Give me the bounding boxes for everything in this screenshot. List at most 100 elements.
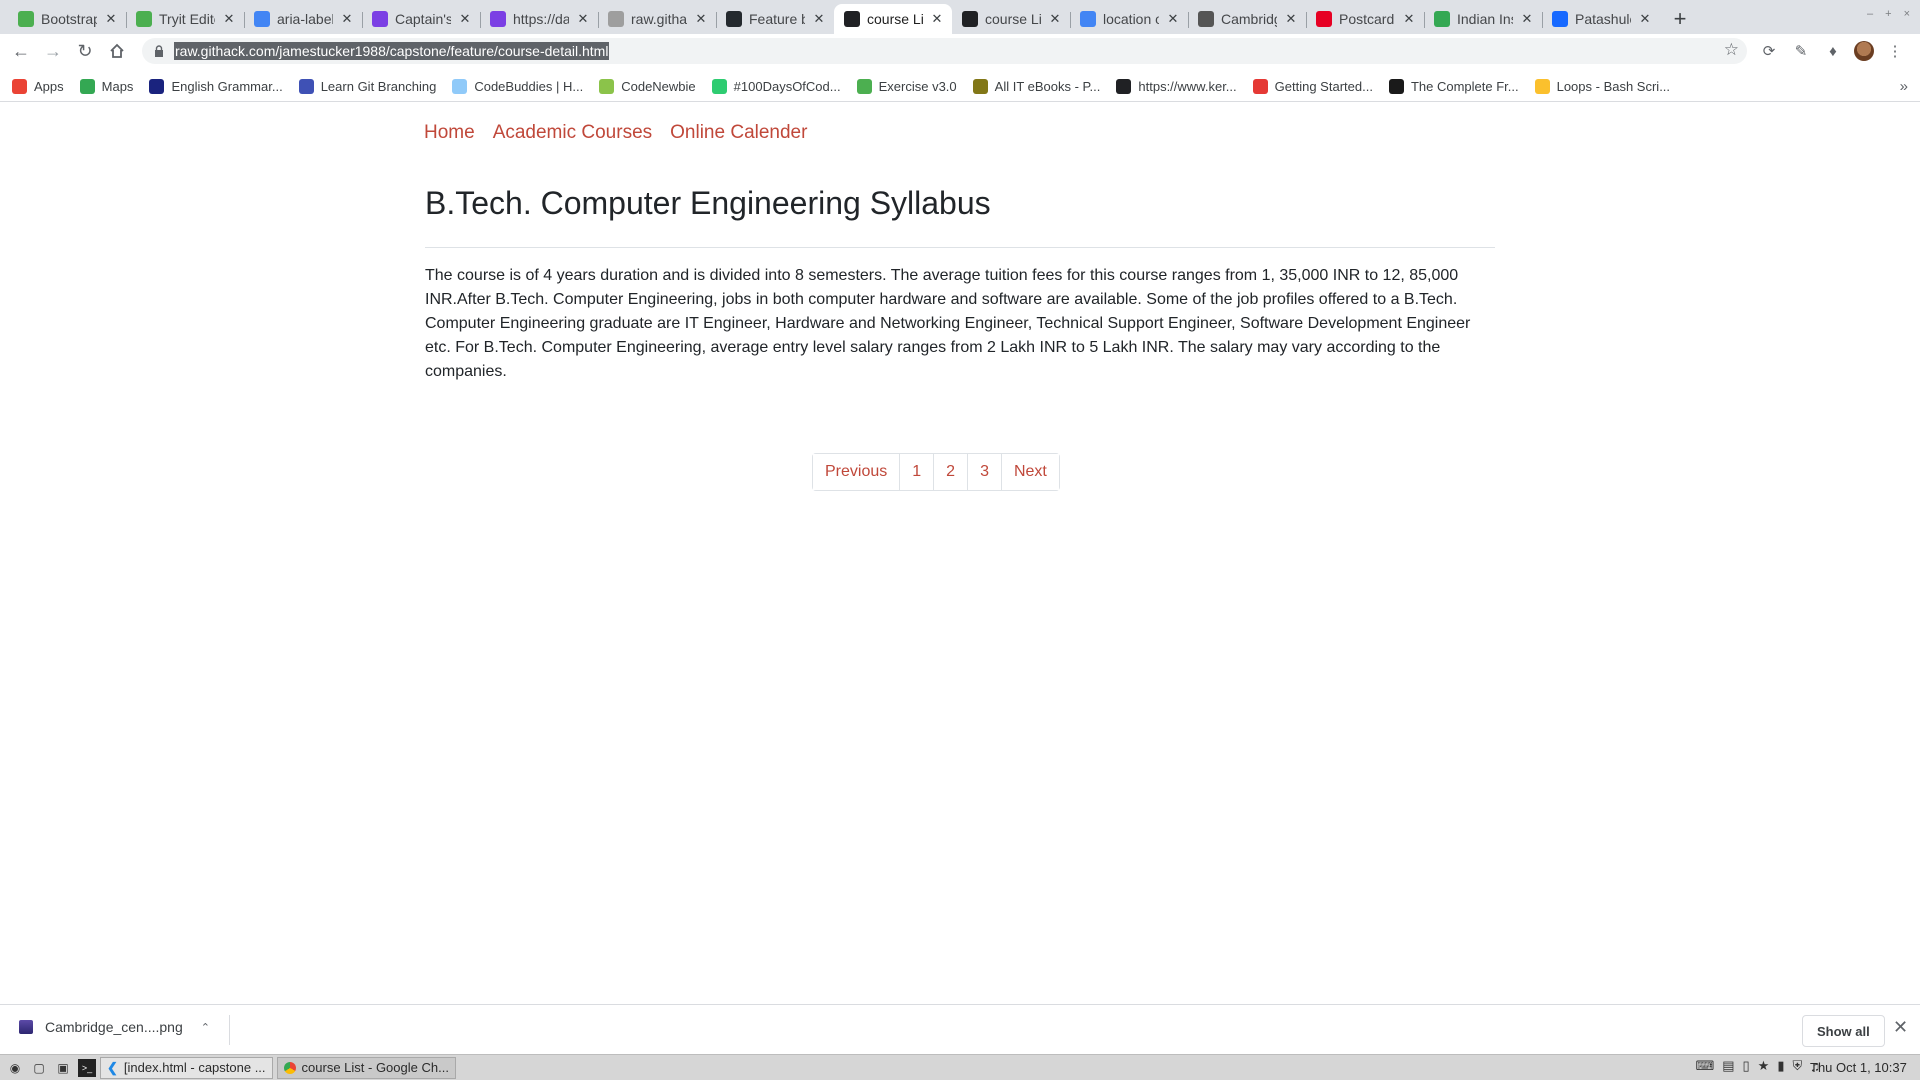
circle-icon [1534, 79, 1550, 94]
tab-11[interactable]: Cambridge ✕ [1188, 4, 1306, 34]
tab-close-icon[interactable]: ✕ [930, 11, 944, 27]
chevron-up-icon[interactable]: ⌃ [201, 1021, 210, 1034]
clock[interactable]: Thu Oct 1, 10:37 [1810, 1060, 1907, 1075]
shield-icon[interactable]: ⛨ [1792, 1058, 1802, 1074]
bookmark-item[interactable]: Loops - Bash Scri... [1534, 79, 1670, 94]
back-icon[interactable]: ← [5, 36, 37, 66]
puzzle-extensions-icon[interactable]: ♦ [1822, 40, 1844, 62]
os-menu-icon[interactable]: ◉ [6, 1059, 24, 1077]
bookmark-item[interactable]: The Complete Fr... [1388, 79, 1519, 94]
extension-refresh-icon[interactable]: ⟳ [1758, 40, 1780, 62]
bookmark-label: The Complete Fr... [1410, 79, 1519, 94]
tab-title: aria-label [277, 11, 333, 27]
bookmarks-overflow-icon[interactable]: » [1900, 78, 1908, 95]
tab-close-icon[interactable]: ✕ [1638, 11, 1652, 27]
file-manager-icon[interactable]: ▣ [54, 1059, 72, 1077]
bookmark-star-icon[interactable]: ☆ [1724, 40, 1739, 60]
home-icon[interactable] [101, 36, 133, 66]
nav-home-link[interactable]: Home [423, 122, 476, 144]
tab-title: Captain's Log [395, 11, 451, 27]
keyboard-icon[interactable]: ⌨ [1695, 1058, 1714, 1074]
eyedropper-icon[interactable]: ✎ [1790, 40, 1812, 62]
bookmark-label: All IT eBooks - P... [994, 79, 1101, 94]
tab-7[interactable]: Feature by ✕ [716, 4, 834, 34]
tab-close-icon[interactable]: ✕ [340, 11, 354, 27]
tab-close-icon[interactable]: ✕ [222, 11, 236, 27]
tab-4[interactable]: Captain's Log ✕ [362, 4, 480, 34]
tab-close-icon[interactable]: ✕ [576, 11, 590, 27]
bookmark-item[interactable]: All IT eBooks - P... [972, 79, 1101, 94]
course-description: The course is of 4 years duration and is… [425, 267, 1471, 380]
tab-close-icon[interactable]: ✕ [458, 11, 472, 27]
show-all-button[interactable]: Show all [1802, 1015, 1885, 1047]
tab-6[interactable]: raw.githack ✕ [598, 4, 716, 34]
lock-icon[interactable] [152, 44, 166, 58]
reload-icon[interactable]: ↻ [69, 36, 101, 66]
pinterest-icon [1316, 11, 1332, 27]
pagination-previous[interactable]: Previous [813, 454, 900, 490]
tab-1[interactable]: Bootstrap ✕ [8, 4, 126, 34]
bookmark-item[interactable]: #100DaysOfCod... [711, 79, 841, 94]
tab-12[interactable]: Postcard ✕ [1306, 4, 1424, 34]
address-bar[interactable]: raw.githack.com/jamestucker1988/capstone… [142, 38, 1747, 64]
profile-avatar[interactable] [1854, 41, 1874, 61]
bookmark-item[interactable]: Maps [79, 79, 133, 94]
browser-toolbar: ← → ↻ raw.githack.com/jamestucker1988/ca… [0, 34, 1920, 68]
pagination-page-2[interactable]: 2 [933, 454, 968, 490]
close-icon[interactable]: ✕ [1893, 1017, 1908, 1038]
terminal-icon[interactable]: >_ [78, 1058, 96, 1077]
tab-close-icon[interactable]: ✕ [1166, 11, 1180, 27]
nav-academic-courses-link[interactable]: Academic Courses [492, 122, 653, 144]
close-window-icon[interactable]: × [1904, 8, 1910, 20]
bookmark-item[interactable]: CodeBuddies | H... [452, 79, 583, 94]
tab-3[interactable]: aria-label ✕ [244, 4, 362, 34]
minimize-icon[interactable]: – [1867, 8, 1873, 20]
network-icon[interactable]: ▤ [1722, 1058, 1734, 1074]
battery-icon[interactable]: ▮ [1777, 1058, 1784, 1074]
bookmark-item[interactable]: Learn Git Branching [298, 79, 436, 94]
nav-online-calender-link[interactable]: Online Calender [669, 122, 808, 144]
tab-close-icon[interactable]: ✕ [1402, 11, 1416, 27]
maps-icon [79, 79, 95, 94]
tab-8[interactable]: course List ✕ [834, 4, 952, 34]
behance-icon [1552, 11, 1568, 27]
tab-close-icon[interactable]: ✕ [1284, 11, 1298, 27]
tab-close-icon[interactable]: ✕ [1048, 11, 1062, 27]
pagination-page-3[interactable]: 3 [967, 454, 1001, 490]
menu-kebab-icon[interactable]: ⋮ [1884, 40, 1906, 62]
bookmark-item[interactable]: English Grammar... [149, 79, 283, 94]
signal-icon[interactable]: ▯ [1743, 1058, 1750, 1074]
tab-9[interactable]: course List ✕ [952, 4, 1070, 34]
vscode-icon: ❮ [107, 1059, 118, 1075]
download-item[interactable]: Cambridge_cen....png ⌃ [19, 1019, 210, 1035]
maximize-icon[interactable]: + [1885, 8, 1891, 20]
bookmark-label: Getting Started... [1274, 79, 1373, 94]
tab-13[interactable]: Indian Insti ✕ [1424, 4, 1542, 34]
tab-close-icon[interactable]: ✕ [1520, 11, 1534, 27]
tab-5[interactable]: https://dat ✕ [480, 4, 598, 34]
tab-2[interactable]: Tryit Editor ✕ [126, 4, 244, 34]
pagination-page-1[interactable]: 1 [899, 454, 934, 490]
bookmark-label: Exercise v3.0 [878, 79, 957, 94]
tab-10[interactable]: location of ✕ [1070, 4, 1188, 34]
tab-close-icon[interactable]: ✕ [812, 11, 826, 27]
bookmark-item[interactable]: CodeNewbie [599, 79, 696, 94]
bookmark-item[interactable]: Exercise v3.0 [856, 79, 957, 94]
bluetooth-icon[interactable]: ★ [1758, 1058, 1770, 1074]
forward-icon[interactable]: → [37, 36, 69, 66]
url-text[interactable]: raw.githack.com/jamestucker1988/capstone… [174, 42, 610, 60]
codenewbie-icon [599, 79, 615, 94]
pagination-next[interactable]: Next [1000, 454, 1059, 490]
tab-close-icon[interactable]: ✕ [104, 11, 118, 27]
wikipedia-icon [1198, 11, 1214, 27]
taskbar-chrome-task[interactable]: course List - Google Ch... [276, 1056, 456, 1079]
bookmark-item[interactable]: https://www.ker... [1116, 79, 1237, 94]
bookmark-item[interactable]: Getting Started... [1252, 79, 1373, 94]
tab-14[interactable]: Patashule ✕ [1542, 4, 1660, 34]
bookmark-item[interactable]: Apps [12, 79, 64, 94]
tab-close-icon[interactable]: ✕ [694, 11, 708, 27]
show-desktop-icon[interactable]: ▢ [30, 1059, 48, 1077]
new-tab-button[interactable]: + [1666, 5, 1694, 33]
globe-icon [844, 11, 860, 27]
taskbar-vscode-task[interactable]: ❮ [index.html - capstone ... [100, 1056, 273, 1079]
